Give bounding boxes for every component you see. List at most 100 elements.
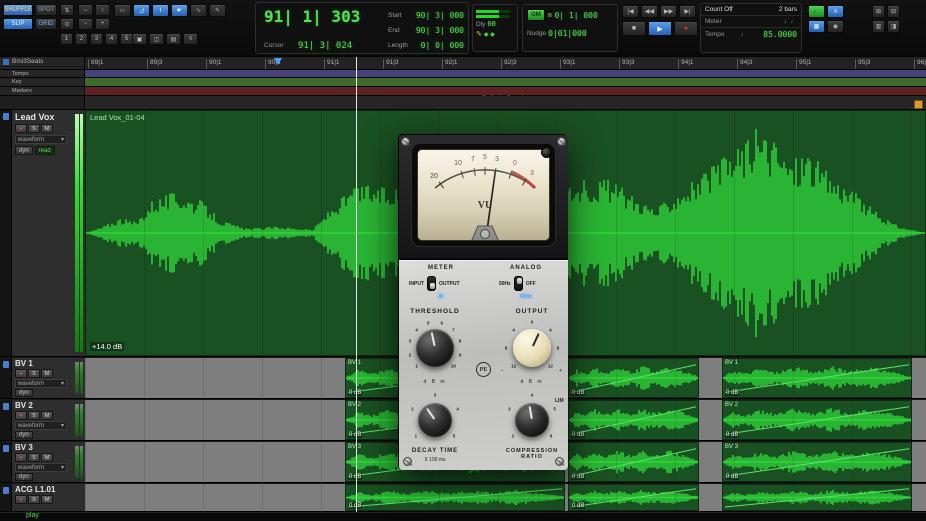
track-header-bv3[interactable]: BV 3 ● S M waveform▾ dyn <box>0 442 85 483</box>
record-enable-button[interactable]: ● <box>15 453 27 462</box>
track-name[interactable]: Lead Vox <box>15 112 82 122</box>
track-header-acg[interactable]: ACG L1.01 ● S M <box>0 484 85 512</box>
link-edit-icon[interactable]: ⊙ <box>60 18 74 30</box>
ruler-tick[interactable]: 91|1 <box>324 59 340 69</box>
ruler-tick[interactable]: 95|3 <box>855 59 871 69</box>
conductor-icon[interactable]: ▦ <box>808 20 825 33</box>
compressor-plugin-window[interactable]: 20 10 7 5 3 0 3 VU <box>398 134 567 469</box>
zoom-vertical-icon[interactable]: ↕ <box>95 4 110 16</box>
solo-button[interactable]: S <box>28 411 40 420</box>
record-enable-button[interactable]: ● <box>15 411 27 420</box>
insertion-follows-icon[interactable]: ≡ <box>183 33 198 45</box>
marker-flag[interactable] <box>914 100 923 109</box>
ruler-numbers[interactable]: 89|189|390|190|391|191|392|192|393|193|3… <box>85 57 926 70</box>
ruler-tick[interactable]: 93|3 <box>619 59 635 69</box>
analog-hum-toggle[interactable] <box>514 276 523 291</box>
selector-tool[interactable]: I <box>152 4 169 17</box>
ruler-tick[interactable]: 93|1 <box>560 59 576 69</box>
track-view-selector[interactable]: waveform▾ <box>15 421 67 430</box>
track-view-selector[interactable]: waveform▾ <box>15 135 67 144</box>
ruler-name-key[interactable]: Key <box>0 78 85 87</box>
dyn-button[interactable]: dyn <box>15 473 33 481</box>
zoom-preset-button[interactable]: 4 <box>105 33 118 45</box>
meter-ruler[interactable] <box>85 78 926 87</box>
ruler-name-tempo[interactable]: Tempo <box>0 70 85 78</box>
compression-ratio-knob[interactable] <box>515 403 549 437</box>
shrink-display-icon[interactable]: ⊟ <box>887 5 900 18</box>
mute-button[interactable]: M <box>41 369 53 378</box>
tab-to-transient-icon[interactable]: ▣ <box>132 33 147 45</box>
track-view-selector[interactable]: waveform▾ <box>15 463 67 472</box>
rewind-button[interactable]: ◀◀ <box>641 5 658 18</box>
trim-tool[interactable]: ◿ <box>133 4 150 17</box>
ruler-name-markers[interactable]: Markers <box>0 87 85 96</box>
pre-roll-icon[interactable]: ◉ <box>827 20 844 33</box>
grid-value[interactable]: 0| 1| 000 <box>554 11 597 20</box>
zoom-out-button[interactable]: − <box>78 18 93 30</box>
end-value[interactable]: 90| 3| 000 <box>416 26 464 35</box>
record-enable-button[interactable]: ● <box>15 495 27 504</box>
grid-icon[interactable]: ≣ <box>547 11 552 19</box>
stop-button[interactable]: ■ <box>622 21 646 36</box>
record-button[interactable]: ● <box>674 21 698 36</box>
gm-button[interactable]: GM <box>527 9 545 21</box>
audio-clip[interactable]: 0 dB <box>345 484 565 511</box>
start-value[interactable]: 90| 3| 000 <box>416 11 464 20</box>
main-counter[interactable]: 91| 1| 303 <box>264 7 360 26</box>
mirror-edit-icon[interactable]: ◫ <box>149 33 164 45</box>
solo-button[interactable]: S <box>28 453 40 462</box>
grid-display-icon[interactable]: ⊞ <box>872 5 885 18</box>
audio-clip[interactable]: 0 dB <box>568 442 699 482</box>
mute-button[interactable]: M <box>41 495 53 504</box>
track-view-selector[interactable]: waveform▾ <box>15 379 67 388</box>
play-button[interactable]: ▶ <box>648 21 672 36</box>
audio-clip[interactable]: 0 dB <box>568 400 699 440</box>
record-enable-button[interactable]: ● <box>15 369 27 378</box>
mode-shuffle-button[interactable]: SHUFFLE <box>3 4 33 16</box>
length-value[interactable]: 0| 0| 000 <box>421 41 464 50</box>
track-name[interactable]: BV 1 <box>15 359 82 368</box>
audio-clip[interactable] <box>722 484 912 511</box>
audio-clip[interactable]: 0 dB <box>568 358 699 398</box>
track-header-bv2[interactable]: BV 2 ● S M waveform▾ dyn <box>0 400 85 441</box>
audio-clip[interactable]: BV 30 dB <box>722 442 912 482</box>
meter-adjust-knob[interactable] <box>541 147 552 158</box>
layered-edit-icon[interactable]: ▤ <box>166 33 181 45</box>
track-header-leadvox[interactable]: Lead Vox ● S M waveform▾ dyn read <box>0 110 85 357</box>
solo-button[interactable]: S <box>28 495 40 504</box>
zoom-preset-button[interactable]: 3 <box>90 33 103 45</box>
nudge-value[interactable]: 0|01|000 <box>548 29 587 38</box>
zoom-in-button[interactable]: + <box>95 18 110 30</box>
window-config-icon[interactable]: ◨ <box>887 20 900 33</box>
dyn-button[interactable]: dyn <box>15 431 33 439</box>
output-knob[interactable] <box>513 329 551 367</box>
mute-button[interactable]: M <box>41 453 53 462</box>
dyn-button[interactable]: dyn <box>15 146 33 155</box>
meter-label[interactable]: Meter <box>705 18 722 25</box>
track-name[interactable]: BV 3 <box>15 443 82 452</box>
ruler-tick[interactable]: 90|1 <box>206 59 222 69</box>
ruler-tick[interactable]: 89|1 <box>88 59 104 69</box>
ruler-tick[interactable]: 94|1 <box>678 59 694 69</box>
mute-button[interactable]: M <box>41 124 53 133</box>
automation-mode-button[interactable]: read <box>35 146 55 155</box>
ruler-tick[interactable]: 92|1 <box>442 59 458 69</box>
countoff-value[interactable]: 2 bars <box>779 6 797 13</box>
fast-forward-button[interactable]: ▶▶ <box>660 5 677 18</box>
grabber-tool[interactable]: ☛ <box>171 4 188 17</box>
ruler-tick[interactable]: 91|3 <box>383 59 399 69</box>
timeline-selection-marker[interactable] <box>274 58 282 65</box>
meter-source-toggle[interactable] <box>427 276 436 291</box>
track-list-icon[interactable]: ▥ <box>872 20 885 33</box>
track-lane-acg[interactable]: 0 dB 0 dB <box>85 484 926 512</box>
threshold-knob[interactable] <box>416 329 454 367</box>
return-to-start-button[interactable]: |◀ <box>622 5 639 18</box>
decay-time-knob[interactable] <box>418 403 452 437</box>
track-header-bv1[interactable]: BV 1 ● S M waveform▾ dyn <box>0 358 85 399</box>
audio-clip[interactable]: 0 dB <box>568 484 699 511</box>
zoom-preset-button[interactable]: 1 <box>60 33 73 45</box>
countoff-label[interactable]: Count Off <box>705 6 733 13</box>
tempo-ruler[interactable] <box>85 70 926 78</box>
metronome-icon[interactable]: ≡ <box>827 5 844 18</box>
mode-spot-button[interactable]: SPOT <box>35 4 57 16</box>
